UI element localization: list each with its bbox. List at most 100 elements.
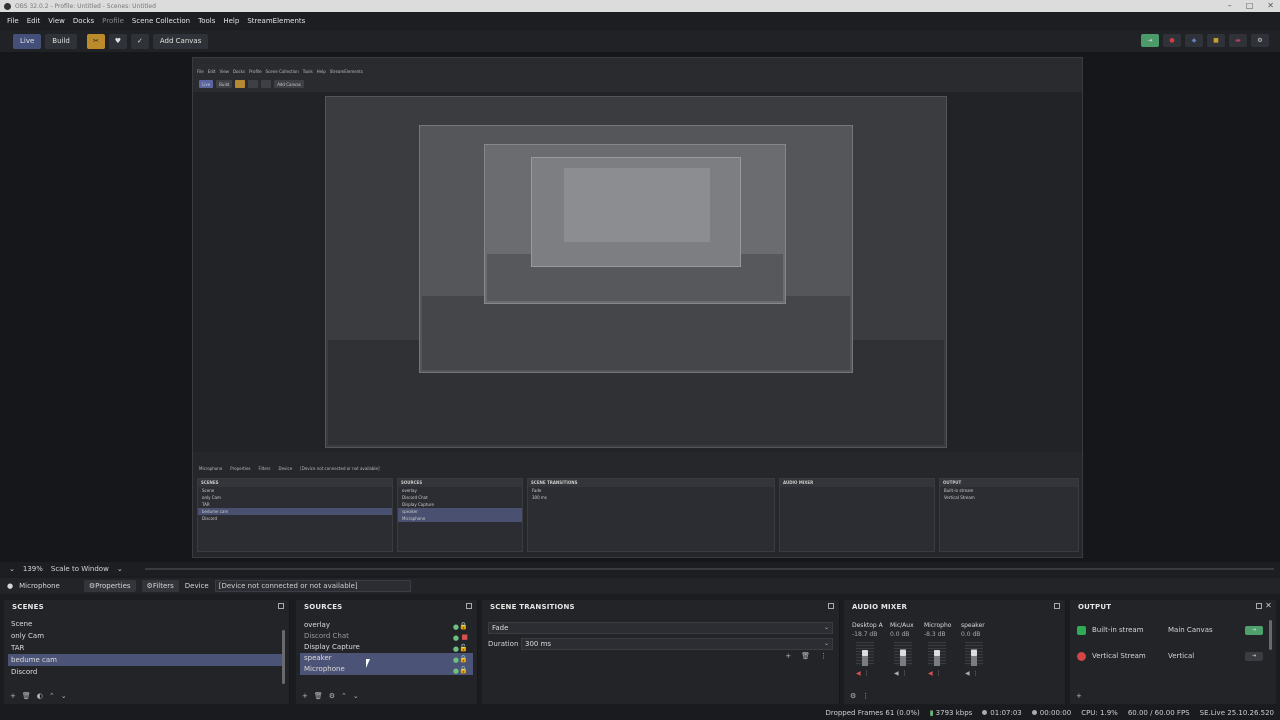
more-icon[interactable]: ⋮ <box>820 652 827 660</box>
menu-docks[interactable]: Docks <box>73 17 94 25</box>
eye-icon[interactable]: ● <box>453 666 459 677</box>
volume-slider[interactable] <box>934 650 940 656</box>
zoom-level[interactable]: 139% <box>23 565 43 573</box>
undock-icon[interactable] <box>1256 603 1262 609</box>
filter-icon[interactable]: ◐ <box>37 692 43 700</box>
dock-title: AUDIO MIXER <box>844 600 1065 614</box>
menu-view[interactable]: View <box>48 17 65 25</box>
trash-icon[interactable]: 🗑 <box>314 692 323 700</box>
menu-help[interactable]: Help <box>223 17 239 25</box>
undock-icon[interactable] <box>278 603 284 609</box>
mixer-actions: ⚙ ⋮ <box>850 692 869 700</box>
volume-slider[interactable] <box>862 650 868 656</box>
studio-mode-icon[interactable]: ▬ <box>1229 34 1247 47</box>
mixer-channel: speaker 0.0 dB ◀ ⋮ <box>961 622 985 677</box>
speaker-icon[interactable]: ◀ <box>928 670 933 677</box>
source-item[interactable]: overlay ● 🔒 <box>300 620 473 631</box>
menu-bar: File Edit View Docks Profile Scene Colle… <box>0 13 1280 29</box>
menu-scene-collection[interactable]: Scene Collection <box>132 17 190 25</box>
dock-title: OUTPUT ✕ <box>1078 601 1272 611</box>
lock-icon[interactable]: 🔒 <box>459 665 468 676</box>
recording-time: 01:07:03 <box>982 709 1022 717</box>
scene-item[interactable]: Discord <box>8 666 283 678</box>
sources-dock: SOURCES overlay ● 🔒 Discord Chat ● ■ Display… <box>296 600 478 704</box>
status-bar: Dropped Frames 61 (0.0%) ▮ 3793 kbps 01:0… <box>0 705 1280 720</box>
close-icon[interactable]: ✕ <box>1265 601 1272 610</box>
move-down-icon[interactable]: ⌄ <box>61 692 67 700</box>
start-stream-button[interactable]: ⇥ <box>1245 625 1263 635</box>
gear-icon[interactable]: ⚙ <box>329 692 335 700</box>
source-item-selected[interactable]: Microphone ● 🔒 <box>300 664 473 675</box>
source-item[interactable]: Display Capture ● 🔓 <box>300 642 473 653</box>
scale-mode-dropdown[interactable]: Scale to Window <box>51 565 109 573</box>
device-select[interactable]: [Device not connected or not available] <box>214 580 411 592</box>
record-icon[interactable]: ● <box>1163 34 1181 47</box>
display-capture-preview: File Edit View Docks Profile Scene Collection… <box>192 57 1083 558</box>
output-actions: + <box>1076 692 1082 700</box>
menu-profile[interactable]: Profile <box>102 17 124 25</box>
move-up-icon[interactable]: ⌃ <box>49 692 55 700</box>
add-canvas-button[interactable]: Add Canvas <box>152 33 209 49</box>
undock-icon[interactable] <box>828 603 834 609</box>
volume-slider[interactable] <box>900 650 906 656</box>
scale-bar: ⌄ 139% Scale to Window ⌄ <box>0 562 1280 576</box>
scene-item[interactable]: only Cam <box>8 630 283 642</box>
trash-icon[interactable]: 🗑 <box>22 692 31 700</box>
stream-icon[interactable]: ⇥ <box>1141 34 1159 47</box>
add-icon[interactable]: + <box>1076 692 1082 700</box>
filters-button[interactable]: ⚙Filters <box>141 580 179 592</box>
scenes-dock: SCENES Scene only Cam TAR bedume cam Dis… <box>4 600 290 704</box>
source-item[interactable]: Discord Chat ● ■ <box>300 631 473 642</box>
maximize-icon[interactable]: □ <box>1246 1 1254 10</box>
virtual-camera-icon[interactable]: ■ <box>1207 34 1225 47</box>
chevron-down-icon[interactable]: ⌄ <box>9 565 15 573</box>
minimize-icon[interactable]: – <box>1228 1 1232 10</box>
chevron-down-icon[interactable]: ⌄ <box>117 565 123 573</box>
scene-item[interactable]: Scene <box>8 618 283 630</box>
more-icon[interactable]: ⋮ <box>862 692 869 700</box>
build-button[interactable]: Build <box>45 33 77 49</box>
horizontal-scrollbar[interactable] <box>144 568 1274 570</box>
speaker-icon[interactable]: ◀ <box>894 670 899 677</box>
settings-icon[interactable]: ⚙ <box>1251 34 1269 47</box>
add-icon[interactable]: + <box>302 692 308 700</box>
output-row: Vertical Stream Vertical ⇥ <box>1070 643 1276 669</box>
volume-slider[interactable] <box>971 650 977 656</box>
scene-item-selected[interactable]: bedume cam <box>8 654 283 666</box>
duration-input[interactable]: 300 ms ⌄ <box>521 638 833 650</box>
trash-icon[interactable]: 🗑 <box>801 652 810 660</box>
more-icon[interactable]: ⋮ <box>902 670 908 677</box>
close-icon[interactable]: ✕ <box>1267 1 1274 10</box>
scrollbar[interactable] <box>1269 620 1272 650</box>
scene-item[interactable]: TAR <box>8 642 283 654</box>
scene-list: Scene only Cam TAR bedume cam Discord <box>8 618 283 678</box>
nested-preview <box>193 92 1082 452</box>
heart-icon[interactable]: ♥ <box>108 33 127 49</box>
properties-button[interactable]: ⚙Properties <box>83 580 136 592</box>
menu-tools[interactable]: Tools <box>198 17 215 25</box>
move-down-icon[interactable]: ⌄ <box>353 692 359 700</box>
transition-select[interactable]: Fade ⌄ <box>488 622 833 634</box>
more-icon[interactable]: ⋮ <box>864 670 870 677</box>
menu-file[interactable]: File <box>7 17 19 25</box>
scrollbar[interactable] <box>282 630 285 684</box>
more-icon[interactable]: ⋮ <box>973 670 979 677</box>
add-icon[interactable]: + <box>785 652 791 660</box>
menu-edit[interactable]: Edit <box>27 17 41 25</box>
more-icon[interactable]: ⋮ <box>936 670 942 677</box>
replay-icon[interactable]: ◆ <box>1185 34 1203 47</box>
menu-streamelements[interactable]: StreamElements <box>247 17 305 25</box>
gear-icon[interactable]: ⚙ <box>850 692 856 700</box>
source-item-selected[interactable]: speaker ● 🔒 <box>300 653 473 664</box>
undock-icon[interactable] <box>1054 603 1060 609</box>
pin-icon[interactable]: ✓ <box>130 33 149 49</box>
speaker-icon[interactable]: ◀ <box>965 670 970 677</box>
undock-icon[interactable] <box>466 603 472 609</box>
output-canvas: Main Canvas <box>1168 626 1213 634</box>
add-icon[interactable]: + <box>10 692 16 700</box>
move-up-icon[interactable]: ⌃ <box>341 692 347 700</box>
live-button[interactable]: Live <box>13 33 42 49</box>
speaker-icon[interactable]: ◀ <box>856 670 861 677</box>
start-stream-button[interactable]: ⇥ <box>1245 651 1263 661</box>
scissors-icon[interactable]: ✂ <box>86 33 105 49</box>
